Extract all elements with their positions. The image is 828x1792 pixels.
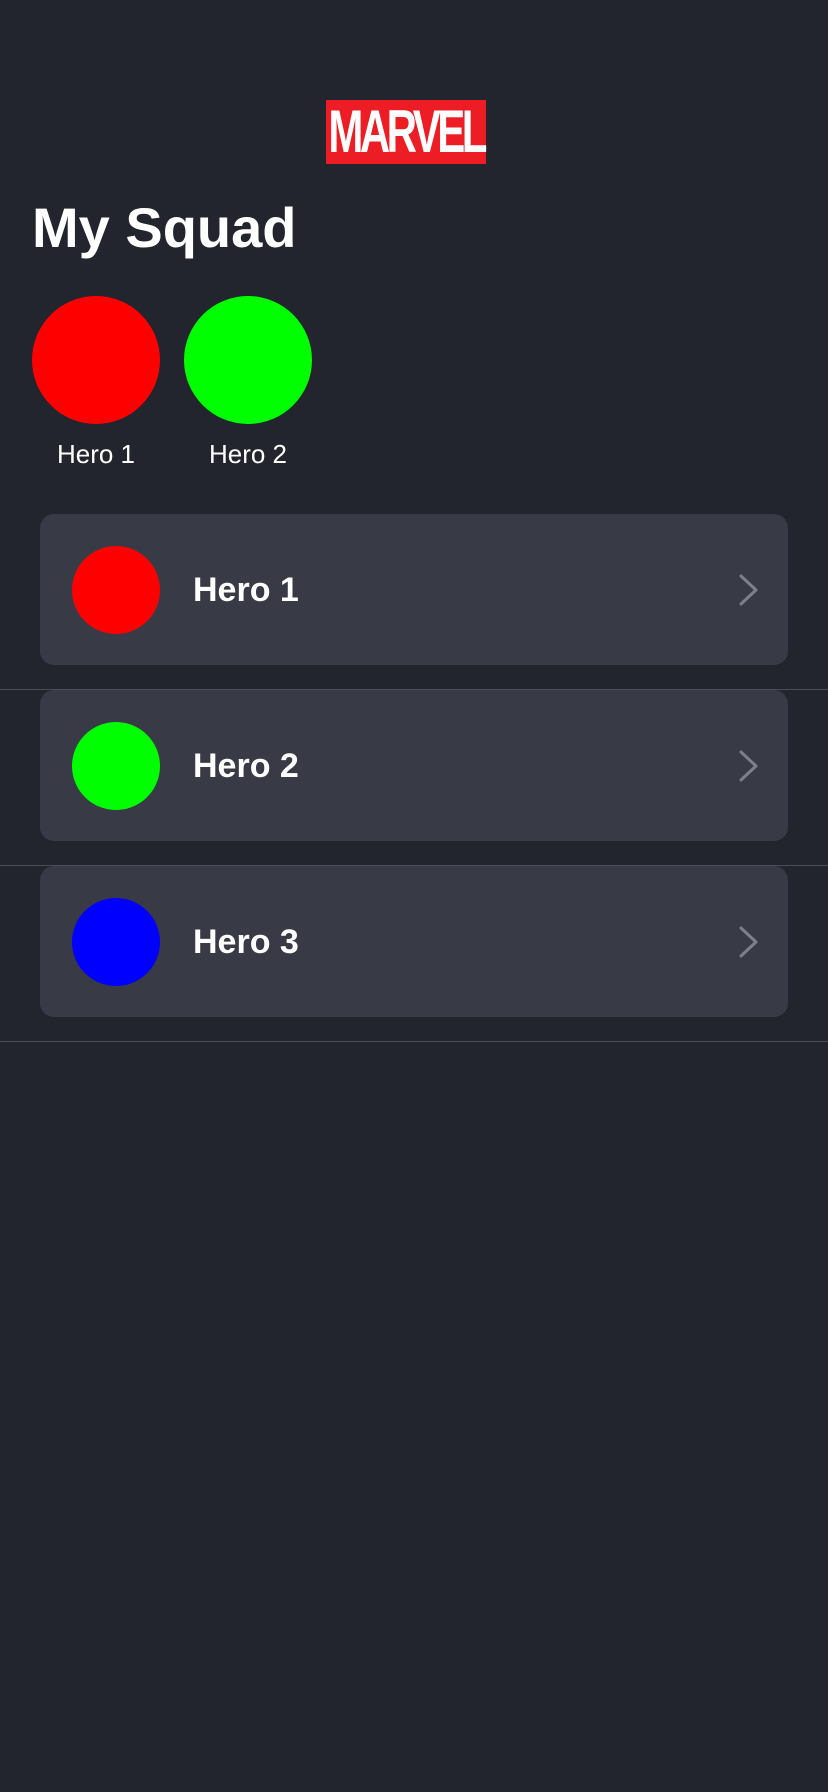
marvel-logo: MARVEL: [326, 98, 487, 165]
hero-avatar: [72, 898, 160, 986]
hero-name: Hero 1: [193, 571, 299, 609]
table-row: Hero 3: [0, 866, 828, 1042]
chevron-right-icon: [739, 574, 758, 606]
hero-name: Hero 3: [193, 923, 299, 961]
hero-card[interactable]: Hero 3: [40, 866, 788, 1017]
table-row: Hero 1: [0, 514, 828, 690]
squad-member-name: Hero 2: [208, 439, 288, 469]
page-title: My Squad: [32, 196, 297, 259]
hero-name: Hero 2: [193, 747, 299, 785]
hero-card[interactable]: Hero 2: [40, 690, 788, 841]
hero-card[interactable]: Hero 1: [40, 514, 788, 665]
logo-text: MARVEL: [328, 98, 487, 165]
hero-list: Hero 1 Hero 2 Hero 3: [0, 514, 828, 1042]
squad-strip: Hero 1 Hero 2: [32, 296, 312, 470]
chevron-right-icon: [739, 926, 758, 958]
hero-avatar: [72, 546, 160, 634]
chevron-right-icon: [739, 750, 758, 782]
squad-avatar: [184, 296, 312, 424]
hero-avatar: [72, 722, 160, 810]
squad-member[interactable]: Hero 1: [32, 296, 160, 470]
squad-member[interactable]: Hero 2: [184, 296, 312, 470]
squad-avatar: [32, 296, 160, 424]
squad-member-name: Hero 1: [56, 439, 136, 469]
table-row: Hero 2: [0, 690, 828, 866]
